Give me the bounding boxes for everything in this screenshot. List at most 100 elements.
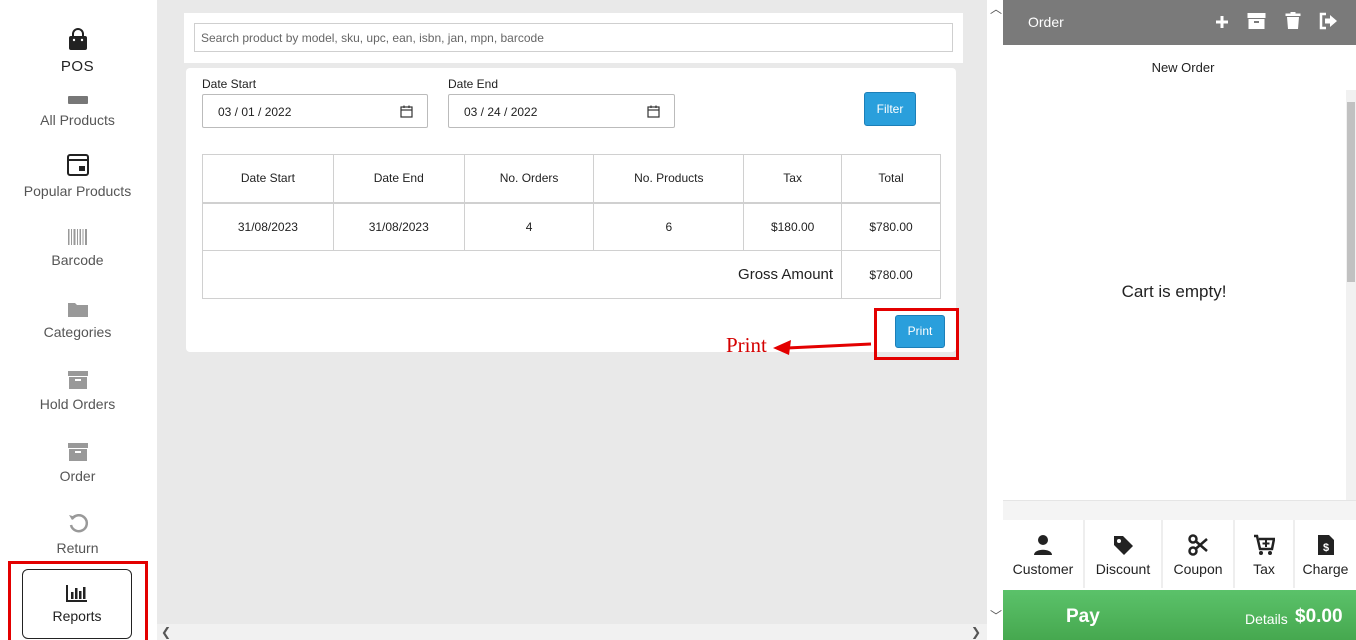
sidebar-item-label: Popular Products [23, 183, 132, 199]
order-panel: Order New Order Cart is empty! Customer … [1003, 0, 1356, 640]
user-icon [1034, 535, 1052, 555]
pay-label: Pay [1066, 606, 1100, 627]
scroll-left-icon[interactable]: ❮ [161, 625, 171, 639]
gross-amount-row: Gross Amount $780.00 [201, 250, 941, 299]
customer-label: Customer [1012, 561, 1074, 577]
scrollbar-thumb[interactable] [1347, 102, 1355, 282]
table-cell: $180.00 [743, 202, 843, 251]
column-header: Date End [332, 154, 465, 204]
print-highlight-box [874, 308, 959, 360]
discount-label: Discount [1095, 561, 1151, 577]
box-icon [67, 96, 88, 104]
pay-button[interactable]: Pay Details $0.00 [1003, 590, 1356, 640]
search-bar [184, 13, 963, 63]
sidebar-item-label: Barcode [51, 252, 104, 268]
table-cell: $780.00 [841, 202, 941, 251]
calendar-icon[interactable] [400, 105, 413, 118]
order-title: Order [1028, 14, 1064, 30]
date-end-field[interactable]: 03 / 24 / 2022 [448, 94, 675, 128]
popular-icon [66, 154, 89, 176]
sidebar-item-barcode[interactable]: Barcode [0, 228, 155, 268]
order-header: Order [1003, 0, 1356, 45]
sidebar-item-popular-products[interactable]: Popular Products [0, 153, 155, 199]
sidebar-item-categories[interactable]: Categories [0, 300, 155, 340]
gross-amount-label: Gross Amount [201, 250, 843, 299]
column-header: No. Orders [463, 154, 595, 204]
order-actions: Customer Discount Coupon Tax $ Charge [1003, 520, 1356, 588]
customer-button[interactable]: Customer [1003, 520, 1085, 588]
sidebar-item-reports[interactable]: Reports [22, 569, 132, 639]
scroll-down-icon[interactable]: ﹀ [990, 607, 1002, 624]
charge-label: Charge [1302, 561, 1349, 577]
sidebar: POS All Products Popular Products Barcod… [0, 0, 157, 640]
discount-button[interactable]: Discount [1085, 520, 1163, 588]
archive-icon [67, 371, 88, 389]
details-link[interactable]: Details [1245, 611, 1288, 627]
date-end-label: Date End [448, 77, 499, 91]
horizontal-scrollbar[interactable]: ❮ ❯ [157, 624, 987, 640]
search-input[interactable] [194, 23, 953, 52]
barcode-icon [67, 229, 87, 245]
column-header: Tax [743, 154, 843, 204]
charge-button[interactable]: $ Charge [1295, 520, 1356, 588]
column-header: Total [841, 154, 941, 204]
date-end-value: 03 / 24 / 2022 [464, 105, 538, 119]
sidebar-item-label: Hold Orders [39, 396, 116, 412]
sidebar-item-hold-orders[interactable]: Hold Orders [0, 370, 155, 412]
new-order-label: New Order [1151, 60, 1215, 75]
order-scrollbar[interactable] [1346, 90, 1356, 500]
coupon-label: Coupon [1173, 561, 1223, 577]
tag-icon [1114, 536, 1133, 555]
table-cell: 4 [463, 202, 595, 251]
scissors-icon [1188, 534, 1208, 556]
sidebar-item-label: Categories [43, 324, 112, 340]
date-start-value: 03 / 01 / 2022 [218, 105, 292, 119]
order-total: $0.00 [1295, 606, 1343, 627]
bar-chart-icon [66, 585, 87, 602]
cart-plus-icon [1254, 534, 1275, 555]
main-vertical-scrollbar[interactable]: ︿ ﹀ [987, 0, 1003, 640]
svg-text:$: $ [1322, 542, 1328, 554]
date-start-label: Date Start [202, 77, 257, 91]
table-cell: 31/08/2023 [332, 202, 465, 251]
main-content: Date Start 03 / 01 / 2022 Date End 03 / … [157, 0, 987, 640]
table-header-row: Date Start Date End No. Orders No. Produ… [202, 154, 941, 204]
table-cell: 6 [593, 202, 745, 251]
add-icon[interactable] [1215, 15, 1229, 29]
coupon-button[interactable]: Coupon [1163, 520, 1235, 588]
calendar-icon[interactable] [647, 105, 660, 118]
sidebar-item-pos[interactable]: POS [0, 28, 155, 75]
sign-out-icon[interactable] [1319, 12, 1338, 30]
date-start-field[interactable]: 03 / 01 / 2022 [202, 94, 428, 128]
sidebar-item-label: Return [56, 540, 99, 556]
scroll-right-icon[interactable]: ❯ [971, 625, 981, 639]
column-header: Date Start [202, 154, 334, 204]
sidebar-item-label: POS [60, 58, 95, 75]
archive-icon [67, 443, 88, 461]
dollar-file-icon: $ [1317, 535, 1334, 555]
column-header: No. Products [593, 154, 745, 204]
report-table: Date Start Date End No. Orders No. Produ… [201, 154, 941, 299]
shopping-bag-icon [68, 28, 87, 50]
gross-amount-value: $780.00 [841, 250, 941, 299]
cart-empty-message: Cart is empty! [1121, 282, 1227, 301]
sidebar-item-label: Order [59, 468, 96, 484]
print-annotation-label: Print [726, 333, 767, 357]
archive-icon[interactable] [1247, 12, 1266, 30]
pos-app: POS All Products Popular Products Barcod… [0, 0, 1356, 640]
tax-label: Tax [1253, 561, 1275, 577]
sidebar-item-order[interactable]: Order [0, 442, 155, 484]
trash-icon[interactable] [1285, 12, 1301, 30]
filter-button[interactable]: Filter [864, 92, 916, 126]
sidebar-item-label: All Products [40, 112, 115, 128]
table-cell: 31/08/2023 [202, 202, 334, 251]
scroll-up-icon[interactable]: ︿ [990, 0, 1002, 17]
annotation-arrow-icon [773, 340, 872, 355]
tax-button[interactable]: Tax [1235, 520, 1295, 588]
report-card: Date Start 03 / 01 / 2022 Date End 03 / … [186, 68, 956, 352]
sidebar-item-return[interactable]: Return [0, 512, 155, 556]
order-divider [1003, 500, 1356, 520]
table-row: 31/08/2023 31/08/2023 4 6 $180.00 $780.0… [202, 202, 941, 251]
sidebar-item-all-products[interactable]: All Products [0, 96, 155, 128]
undo-icon [68, 514, 88, 533]
